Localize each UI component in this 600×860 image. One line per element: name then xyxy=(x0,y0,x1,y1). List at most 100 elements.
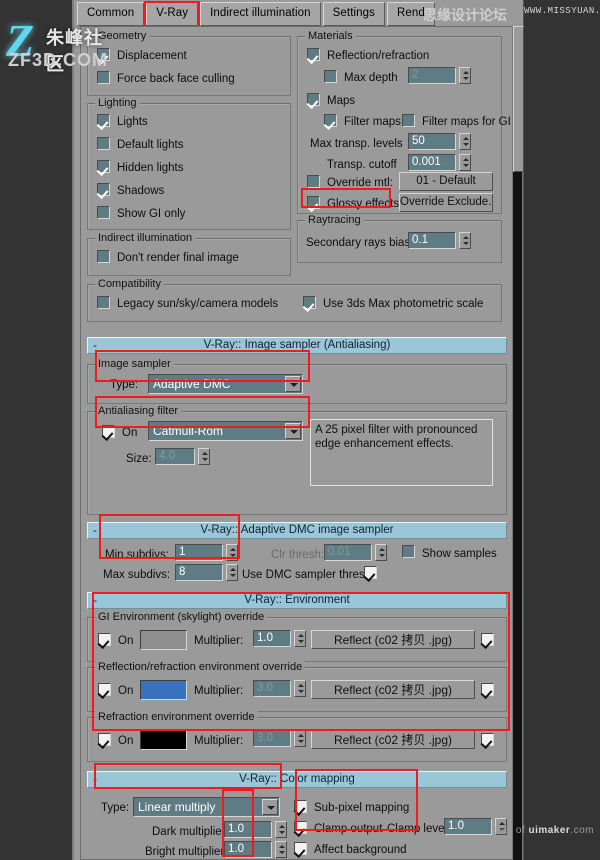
scrollbar-thumb[interactable] xyxy=(513,26,524,172)
checkbox-max-depth[interactable] xyxy=(324,70,337,83)
checkbox-sub-pixel-mapping[interactable] xyxy=(294,800,307,813)
group-refraction-environment-override: Refraction environment override On Multi… xyxy=(87,711,507,762)
group-materials-title: Materials xyxy=(305,30,356,42)
checkbox-affect-background[interactable] xyxy=(294,842,307,855)
spinner-reflection-environment-multiplier[interactable] xyxy=(294,680,306,697)
checkbox-use-dmc-sampler-thresh[interactable] xyxy=(364,566,377,579)
spinner-min-subdivs[interactable] xyxy=(226,544,238,561)
checkbox-refraction-environment-map-enabled[interactable] xyxy=(481,733,494,746)
chevron-down-icon[interactable] xyxy=(262,799,278,815)
group-raytracing: Raytracing Secondary rays bias 0.1 xyxy=(297,214,502,263)
checkbox-show-gi-only[interactable] xyxy=(97,206,110,219)
field-transp-cutoff[interactable]: 0.001 xyxy=(408,154,456,171)
field-gi-environment-multiplier[interactable]: 1.0 xyxy=(253,630,291,647)
color-swatch-refraction-environment[interactable] xyxy=(140,730,187,750)
group-antialiasing-filter-title: Antialiasing filter xyxy=(95,405,182,417)
tab-vray[interactable]: V-Ray xyxy=(144,1,200,27)
checkbox-shadows[interactable] xyxy=(97,183,110,196)
spinner-secondary-rays-bias[interactable] xyxy=(459,232,471,249)
checkbox-dont-render-final-image[interactable] xyxy=(97,250,110,263)
checkbox-gi-environment-on[interactable] xyxy=(98,633,111,646)
checkbox-antialiasing-filter-on[interactable] xyxy=(102,425,115,438)
rollout-header-adaptive-dmc[interactable]: - V-Ray:: Adaptive DMC image sampler xyxy=(87,522,507,539)
spinner-max-transp-levels[interactable] xyxy=(459,133,471,150)
field-clamp-level[interactable]: 1.0 xyxy=(444,818,492,835)
dropdown-color-mapping-type-value: Linear multiply xyxy=(138,800,216,814)
checkbox-reflection-environment-map-enabled[interactable] xyxy=(481,683,494,696)
checkbox-hidden-lights[interactable] xyxy=(97,160,110,173)
spinner-clamp-level[interactable] xyxy=(495,818,507,835)
field-min-subdivs[interactable]: 1 xyxy=(175,544,223,561)
tab-settings[interactable]: Settings xyxy=(322,2,385,26)
button-override-mtl-slot[interactable]: 01 - Default xyxy=(399,172,493,191)
spinner-transp-cutoff[interactable] xyxy=(459,154,471,171)
checkbox-clamp-output[interactable] xyxy=(294,821,307,834)
watermark-z-logo: Z xyxy=(6,15,35,66)
button-refraction-environment-map[interactable]: Reflect (c02 拷贝 .jpg) xyxy=(311,730,475,749)
color-swatch-reflection-environment[interactable] xyxy=(140,680,187,700)
tab-render-elements[interactable]: Rend xyxy=(387,2,435,26)
label-clamp-output: Clamp output xyxy=(314,823,383,835)
checkbox-override-mtl[interactable] xyxy=(307,175,320,188)
checkbox-gi-environment-map-enabled[interactable] xyxy=(481,633,494,646)
label-glossy-effects: Glossy effects xyxy=(327,198,400,210)
tab-common[interactable]: Common xyxy=(77,2,145,26)
field-dark-multiplier[interactable]: 1.0 xyxy=(224,821,272,838)
rollout-header-image-sampler[interactable]: - V-Ray:: Image sampler (Antialiasing) xyxy=(87,337,507,354)
field-max-transp-levels[interactable]: 50 xyxy=(408,133,456,150)
field-filter-size[interactable]: 4.0 xyxy=(155,448,195,465)
checkbox-use-3ds-max-photometric-scale[interactable] xyxy=(303,296,316,309)
spinner-bright-multiplier[interactable] xyxy=(275,841,287,858)
checkbox-maps[interactable] xyxy=(307,93,320,106)
label-antialiasing-filter-on: On xyxy=(122,427,138,439)
group-lighting: Lighting Lights Default lights Hidden li… xyxy=(87,97,291,230)
tab-indirect-illumination[interactable]: Indirect illumination xyxy=(200,2,321,26)
group-gi-environment-override: GI Environment (skylight) override On Mu… xyxy=(87,611,507,662)
label-lights: Lights xyxy=(117,116,148,128)
vertical-scrollbar[interactable] xyxy=(512,26,524,860)
button-gi-environment-map[interactable]: Reflect (c02 拷贝 .jpg) xyxy=(311,630,475,649)
button-reflection-environment-map[interactable]: Reflect (c02 拷贝 .jpg) xyxy=(311,680,475,699)
checkbox-lights[interactable] xyxy=(97,114,110,127)
dropdown-antialiasing-filter[interactable]: Catmull-Rom xyxy=(148,421,303,441)
checkbox-filter-maps-for-gi[interactable] xyxy=(402,114,415,127)
checkbox-reflection-environment-on[interactable] xyxy=(98,683,111,696)
checkbox-displacement[interactable] xyxy=(97,48,110,61)
group-antialiasing-filter: Antialiasing filter On Catmull-Rom Size:… xyxy=(87,405,507,515)
checkbox-legacy-sun-sky-camera[interactable] xyxy=(97,296,110,309)
group-materials: Materials Reflection/refraction Max dept… xyxy=(297,30,511,214)
spinner-max-subdivs[interactable] xyxy=(226,564,238,581)
button-override-exclude[interactable]: Override Exclude... xyxy=(399,193,493,212)
spinner-gi-environment-multiplier[interactable] xyxy=(294,630,306,647)
label-refraction-environment-multiplier: Multiplier: xyxy=(194,735,244,747)
checkbox-show-samples[interactable] xyxy=(402,545,415,558)
checkbox-default-lights[interactable] xyxy=(97,137,110,150)
field-bright-multiplier[interactable]: 1.0 xyxy=(224,841,272,858)
rollout-collapse-icon: - xyxy=(93,772,97,786)
field-max-depth[interactable]: 2 xyxy=(408,67,456,84)
dropdown-color-mapping-type[interactable]: Linear multiply xyxy=(133,797,280,817)
spinner-filter-size[interactable] xyxy=(198,448,210,465)
field-refraction-environment-multiplier[interactable]: 3.0 xyxy=(253,730,291,747)
spinner-max-depth[interactable] xyxy=(459,67,471,84)
checkbox-force-back-face-culling[interactable] xyxy=(97,71,110,84)
dropdown-image-sampler-type[interactable]: Adaptive DMC xyxy=(148,374,303,394)
label-affect-background: Affect background xyxy=(314,844,407,856)
spinner-clr-thresh[interactable] xyxy=(375,544,387,561)
chevron-down-icon[interactable] xyxy=(285,423,301,439)
field-reflection-environment-multiplier[interactable]: 3.0 xyxy=(253,680,291,697)
rollout-collapse-icon: - xyxy=(93,523,97,537)
checkbox-reflection-refraction[interactable] xyxy=(307,48,320,61)
chevron-down-icon[interactable] xyxy=(285,376,301,392)
spinner-dark-multiplier[interactable] xyxy=(275,821,287,838)
checkbox-glossy-effects[interactable] xyxy=(307,196,320,209)
rollout-header-environment[interactable]: - V-Ray:: Environment xyxy=(87,592,507,609)
field-secondary-rays-bias[interactable]: 0.1 xyxy=(408,232,456,249)
checkbox-filter-maps[interactable] xyxy=(324,114,337,127)
spinner-refraction-environment-multiplier[interactable] xyxy=(294,730,306,747)
color-swatch-gi-environment[interactable] xyxy=(140,630,187,650)
checkbox-refraction-environment-on[interactable] xyxy=(98,733,111,746)
rollout-header-color-mapping[interactable]: - V-Ray:: Color mapping xyxy=(87,771,507,788)
field-clr-thresh[interactable]: 0.01 xyxy=(324,544,372,561)
field-max-subdivs[interactable]: 8 xyxy=(175,564,223,581)
